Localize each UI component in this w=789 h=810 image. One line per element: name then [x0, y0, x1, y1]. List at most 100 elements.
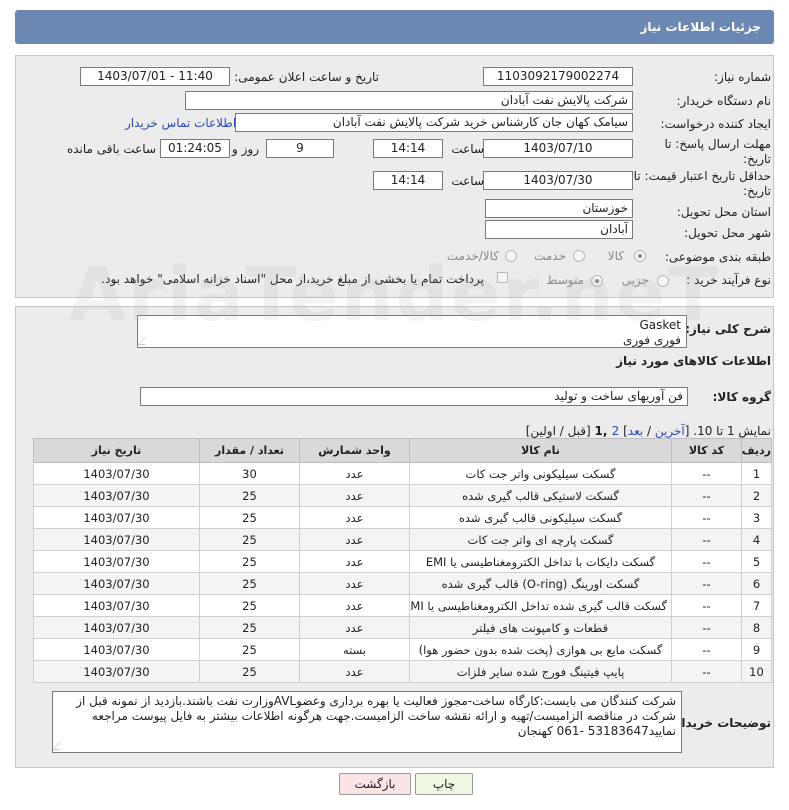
need-date-cell: 1403/07/30: [33, 550, 200, 573]
page-title: جزئیات اطلاعات نیاز: [15, 10, 774, 44]
table-row[interactable]: 5 -- گسکت دایکات با تداخل الکترومغناطیسی ی…: [33, 550, 772, 573]
row-number-cell: 1: [741, 462, 772, 485]
treasury-payment-note: پرداخت تمام یا بخشی از مبلغ خرید،از محل …: [101, 272, 484, 286]
unit-cell: عدد: [299, 660, 410, 683]
row-number-cell: 8: [741, 616, 772, 639]
unit-cell: عدد: [299, 594, 410, 617]
row-number-cell: 6: [741, 572, 772, 595]
summary-line-2: فوری فوری: [622, 333, 681, 347]
category-goods-service-label: کالا/خدمت: [446, 249, 499, 263]
process-radio-medium[interactable]: [591, 275, 603, 287]
table-row[interactable]: 6 -- گسکت اورینگ (O-ring) قالب گیری شده عدد…: [33, 572, 772, 595]
category-radio-service[interactable]: [573, 250, 585, 262]
price-date-field: 1403/07/30: [483, 171, 633, 190]
unit-cell: عدد: [299, 506, 410, 529]
province-label: استان محل تحویل:: [676, 205, 771, 219]
buyer-notes-label: توضیحات خریدار:: [669, 716, 771, 730]
item-name-cell: پایپ فیتینگ فورج شده سایر فلزات: [409, 660, 672, 683]
item-name-cell: گسکت قالب گیری شده تداخل الکترومغناطیسی …: [409, 594, 672, 617]
need-date-cell: 1403/07/30: [33, 660, 200, 683]
unit-cell: عدد: [299, 616, 410, 639]
reply-time-label: ساعت: [451, 142, 484, 156]
item-name-cell: گسکت دایکات با تداخل الکترومغناطیسی یا E…: [409, 550, 672, 573]
table-row[interactable]: 1 -- گسکت سیلیکونی واتر جت کات عدد 30 1403/07…: [33, 462, 772, 485]
table-row[interactable]: 10 -- پایپ فیتینگ فورج شده سایر فلزات عدد 25…: [33, 660, 772, 683]
pagination-sep-2: ]: [619, 424, 628, 438]
quantity-cell: 25: [199, 660, 300, 683]
item-code-cell: --: [671, 572, 742, 595]
need-date-cell: 1403/07/30: [33, 462, 200, 485]
need-date-cell: 1403/07/30: [33, 506, 200, 529]
pagination-rest: [قبل / اولین]: [525, 424, 595, 438]
category-service-label: خدمت: [534, 249, 566, 263]
announce-datetime-field: 1403/07/01 - 11:40: [80, 67, 230, 86]
items-table: ردیف کد کالا نام کالا واحد شمارش تعداد /…: [33, 438, 772, 683]
buyer-notes-textarea[interactable]: شرکت کنندگان می بایست:کارگاه ساخت-مجوز ف…: [52, 691, 682, 753]
goods-group-field: فن آوریهای ساخت و تولید: [140, 387, 688, 406]
item-code-cell: --: [671, 594, 742, 617]
row-number-cell: 5: [741, 550, 772, 573]
price-validity-label: حداقل تاریخ اعتبار قیمت: تا تاریخ:: [633, 169, 771, 198]
category-radio-goods-service[interactable]: [505, 250, 517, 262]
pagination: نمایش 1 تا 10. [آخرین / بعد] 2 ,1 [قبل /…: [526, 424, 771, 438]
unit-cell: عدد: [299, 528, 410, 551]
summary-label: شرح کلی نیاز:: [685, 322, 771, 336]
creator-label: ایجاد کننده درخواست:: [660, 117, 771, 131]
process-radio-minor[interactable]: [657, 275, 669, 287]
table-row[interactable]: 4 -- گسکت پارچه ای واتر جت کات عدد 25 1403/07…: [33, 528, 772, 551]
quantity-cell: 30: [199, 462, 300, 485]
pagination-last-link[interactable]: آخرین: [655, 424, 685, 438]
city-field: آبادان: [485, 220, 633, 239]
items-table-header: ردیف کد کالا نام کالا واحد شمارش تعداد /…: [33, 438, 772, 463]
item-code-cell: --: [671, 550, 742, 573]
quantity-cell: 25: [199, 484, 300, 507]
need-date-cell: 1403/07/30: [33, 638, 200, 661]
price-time-field: 14:14: [373, 171, 443, 190]
row-number-cell: 4: [741, 528, 772, 551]
announce-datetime-label: تاریخ و ساعت اعلان عمومی:: [234, 70, 379, 84]
category-radio-goods[interactable]: [634, 250, 646, 262]
col-need-date: تاریخ نیاز: [33, 438, 200, 463]
table-row[interactable]: 8 -- قطعات و کامپونت های فیلتر عدد 25 1403/07…: [33, 616, 772, 639]
table-row[interactable]: 2 -- گسکت لاستیکی قالب گیری شده عدد 25 1403/0…: [33, 484, 772, 507]
table-row[interactable]: 3 -- گسکت سیلیکونی قالب گیری شده عدد 25 1403/…: [33, 506, 772, 529]
buyer-contact-link[interactable]: اطلاعات تماس خریدار: [125, 116, 236, 130]
table-row[interactable]: 7 -- گسکت قالب گیری شده تداخل الکترومغناطی…: [33, 594, 772, 617]
unit-cell: عدد: [299, 550, 410, 573]
resize-grip-icon[interactable]: [53, 742, 68, 750]
col-row-number: ردیف: [741, 438, 772, 463]
city-label: شهر محل تحویل:: [684, 226, 771, 240]
need-number-label: شماره نیاز:: [714, 70, 771, 84]
item-name-cell: گسکت لاستیکی قالب گیری شده: [409, 484, 672, 507]
process-type-label: نوع فرآیند خرید :: [686, 273, 771, 287]
item-code-cell: --: [671, 462, 742, 485]
row-number-cell: 10: [741, 660, 772, 683]
quantity-cell: 25: [199, 572, 300, 595]
item-code-cell: --: [671, 638, 742, 661]
remaining-time-field: 01:24:05: [160, 139, 230, 158]
quantity-cell: 25: [199, 550, 300, 573]
unit-cell: عدد: [299, 572, 410, 595]
pagination-next-link[interactable]: بعد: [628, 424, 643, 438]
item-name-cell: گسکت سیلیکونی قالب گیری شده: [409, 506, 672, 529]
reply-date-field: 1403/07/10: [483, 139, 633, 158]
pagination-current-page: ,1: [594, 424, 612, 438]
back-button[interactable]: بازگشت: [339, 773, 411, 795]
col-quantity: تعداد / مقدار: [199, 438, 300, 463]
process-medium-label: متوسط: [546, 273, 584, 287]
treasury-payment-checkbox[interactable]: [497, 272, 508, 283]
quantity-cell: 25: [199, 528, 300, 551]
goods-info-title: اطلاعات کالاهای مورد نیاز: [616, 354, 771, 368]
category-label: طبقه بندی موضوعی:: [664, 250, 771, 264]
print-button[interactable]: چاپ: [415, 773, 473, 795]
col-item-name: نام کالا: [409, 438, 672, 463]
quantity-cell: 25: [199, 506, 300, 529]
price-time-label: ساعت: [451, 174, 484, 188]
reply-deadline-label: مهلت ارسال پاسخ: تا تاریخ:: [664, 137, 771, 166]
quantity-cell: 25: [199, 594, 300, 617]
table-row[interactable]: 9 -- گسکت مایع بی هوازی (پخت شده بدون حضور…: [33, 638, 772, 661]
province-field: خوزستان: [485, 199, 633, 218]
need-number-field: 1103092179002274: [483, 67, 633, 86]
summary-textarea[interactable]: Gasket فوری فوری: [137, 315, 687, 348]
need-date-cell: 1403/07/30: [33, 528, 200, 551]
